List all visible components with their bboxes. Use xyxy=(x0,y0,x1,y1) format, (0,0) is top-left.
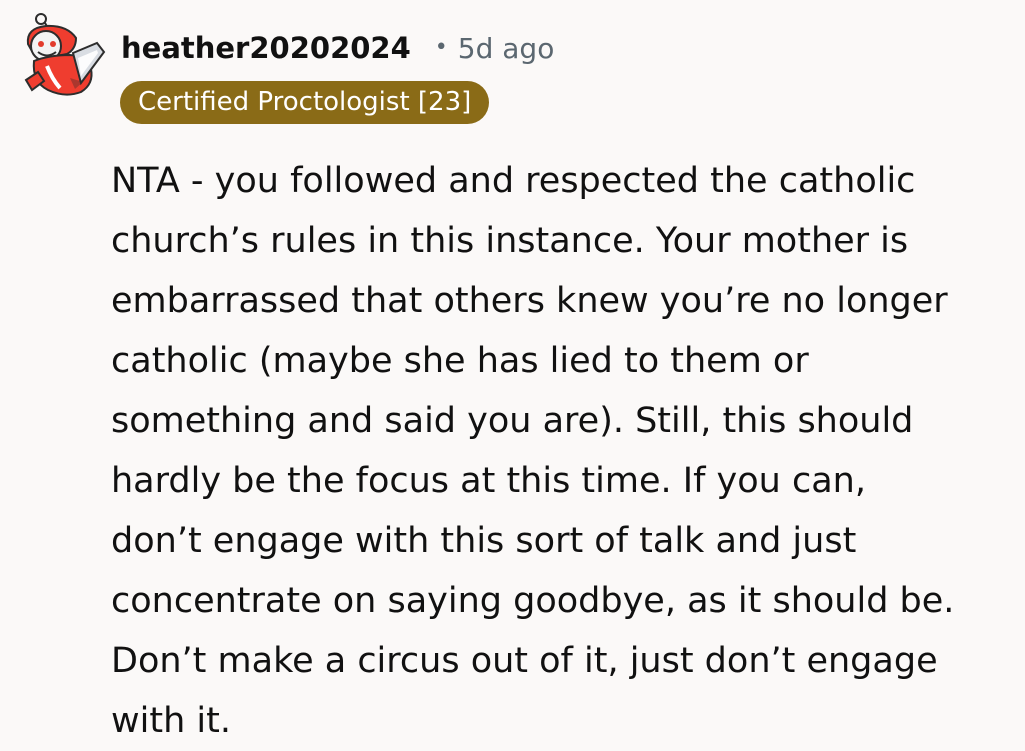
user-flair: Certified Proctologist [23] xyxy=(120,81,490,124)
timestamp[interactable]: 5d ago xyxy=(458,32,555,65)
user-avatar[interactable] xyxy=(18,10,112,106)
comment-body: NTA - you followed and respected the cat… xyxy=(111,161,955,741)
username[interactable]: heather20202024 xyxy=(121,31,411,65)
snoo-avatar-icon xyxy=(24,13,106,96)
comment: heather20202024 • 5d ago Certified Proct… xyxy=(0,0,1025,748)
separator-dot: • xyxy=(434,34,448,60)
comment-header: heather20202024 • 5d ago xyxy=(121,26,554,70)
